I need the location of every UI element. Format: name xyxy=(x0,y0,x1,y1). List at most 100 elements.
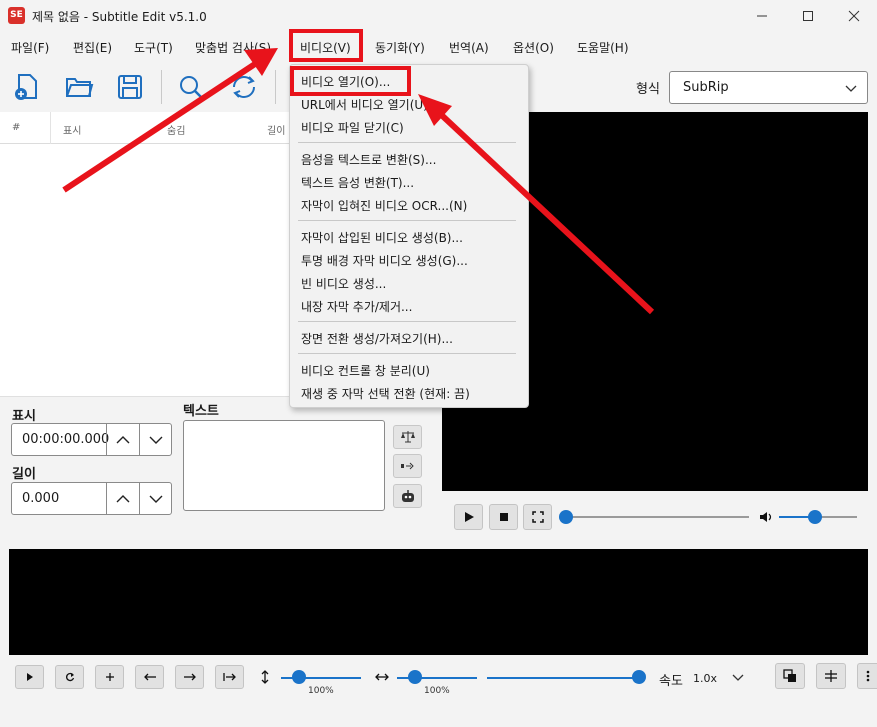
highlight-video-menu xyxy=(289,29,363,62)
save-button[interactable] xyxy=(115,72,145,102)
maximize-button[interactable] xyxy=(785,0,831,32)
split-icon xyxy=(400,462,414,470)
stop-button[interactable] xyxy=(489,504,518,530)
volume-slider-handle[interactable] xyxy=(808,510,822,524)
video-menu-dropdown: 비디오 열기(O)... URL에서 비디오 열기(U)... 비디오 파일 닫… xyxy=(289,64,529,408)
play-button[interactable] xyxy=(454,504,483,530)
menu-speech-to-text[interactable]: 음성을 텍스트로 변환(S)... xyxy=(301,151,436,168)
arrow-right-icon xyxy=(183,673,196,681)
waveform-forward-button[interactable] xyxy=(175,665,204,689)
fullscreen-icon xyxy=(531,511,544,523)
chevron-up-icon xyxy=(116,494,130,502)
open-file-button[interactable] xyxy=(64,72,94,102)
waveform-add-button[interactable] xyxy=(95,665,124,689)
vertical-zoom-icon xyxy=(261,670,269,684)
balance-button[interactable] xyxy=(393,425,422,449)
line-adjust-icon xyxy=(825,670,837,682)
duration-label: 길이 xyxy=(12,467,36,482)
maximize-icon xyxy=(803,11,813,21)
menu-options[interactable]: 옵션(O) xyxy=(513,39,554,56)
speed-value[interactable]: 1.0x xyxy=(693,672,717,685)
menu-translate[interactable]: 번역(A) xyxy=(449,39,489,56)
menu-burned-in-ocr[interactable]: 자막이 입혀진 비디오 OCR...(N) xyxy=(301,197,467,214)
vertical-zoom-handle[interactable] xyxy=(292,670,306,684)
column-hide[interactable]: 숨김 xyxy=(167,122,185,137)
duration-value: 0.000 xyxy=(22,491,60,506)
subtitle-text-input[interactable] xyxy=(183,420,385,511)
column-show[interactable]: 표시 xyxy=(63,122,81,137)
new-file-button[interactable] xyxy=(12,72,42,102)
new-file-icon xyxy=(15,74,37,100)
chevron-down-icon xyxy=(149,436,163,444)
duration-up-button[interactable] xyxy=(106,483,139,514)
plus-icon xyxy=(105,673,114,681)
assistant-button[interactable] xyxy=(393,484,422,508)
waveform-goto-end-button[interactable] xyxy=(215,665,244,689)
scale-icon xyxy=(400,431,415,443)
save-icon xyxy=(118,75,142,99)
menu-open-video-url[interactable]: URL에서 비디오 열기(U)... xyxy=(301,96,461,113)
seek-track[interactable] xyxy=(566,516,749,518)
duration-input[interactable]: 0.000 xyxy=(11,482,172,515)
robot-icon xyxy=(401,490,414,502)
duration-down-button[interactable] xyxy=(139,483,172,514)
menu-generate-burn-in[interactable]: 자막이 삽입된 비디오 생성(B)... xyxy=(301,229,463,246)
menu-separator xyxy=(298,321,516,322)
play-icon xyxy=(26,673,33,681)
fullscreen-button[interactable] xyxy=(523,504,552,530)
chevron-down-icon xyxy=(845,85,857,92)
refresh-icon xyxy=(233,76,255,98)
format-value: SubRip xyxy=(683,80,729,95)
center-line-button[interactable] xyxy=(816,663,846,689)
toolbar-separator xyxy=(161,70,162,104)
app-icon: SE xyxy=(8,7,25,24)
show-time-input[interactable]: 00:00:00.000 xyxy=(11,423,172,456)
menu-generate-blank[interactable]: 빈 비디오 생성... xyxy=(301,275,386,292)
waveform-play-button[interactable] xyxy=(15,665,44,689)
menu-edit[interactable]: 편집(E) xyxy=(73,39,112,56)
menu-undock-controls[interactable]: 비디오 컨트롤 창 분리(U) xyxy=(301,362,430,379)
copy-layer-button[interactable] xyxy=(775,663,805,689)
find-button[interactable] xyxy=(176,72,206,102)
menu-sync[interactable]: 동기화(Y) xyxy=(375,39,425,56)
menu-toggle-selection[interactable]: 재생 중 자막 선택 전환 (현재: 끔) xyxy=(301,385,470,402)
volume-icon[interactable] xyxy=(759,510,775,524)
menu-tools[interactable]: 도구(T) xyxy=(134,39,173,56)
menu-help[interactable]: 도움말(H) xyxy=(577,39,629,56)
minimize-button[interactable] xyxy=(739,0,785,32)
menu-separator xyxy=(298,220,516,221)
format-select[interactable]: SubRip xyxy=(669,71,868,104)
menu-shot-changes[interactable]: 장면 전환 생성/가져오기(H)... xyxy=(301,330,453,347)
more-button[interactable] xyxy=(857,663,877,689)
highlight-open-video xyxy=(290,66,411,96)
menu-close-video[interactable]: 비디오 파일 닫기(C) xyxy=(301,119,404,136)
menu-spellcheck[interactable]: 맞춤법 검사(S) xyxy=(195,39,283,56)
show-time-up-button[interactable] xyxy=(106,424,139,455)
show-time-value: 00:00:00.000 xyxy=(22,432,110,447)
column-duration[interactable]: 길이 xyxy=(267,122,285,137)
waveform-panel[interactable] xyxy=(9,549,868,655)
column-number[interactable]: # xyxy=(12,122,20,133)
position-track[interactable] xyxy=(487,677,639,679)
chevron-down-icon[interactable] xyxy=(732,673,744,683)
title-bar: SE 제목 없음 - Subtitle Edit v5.1.0 xyxy=(0,0,877,32)
play-icon xyxy=(464,512,474,522)
menu-text-to-speech[interactable]: 텍스트 음성 변환(T)... xyxy=(301,174,414,191)
menu-embedded-subtitles[interactable]: 내장 자막 추가/제거... xyxy=(301,298,412,315)
position-handle[interactable] xyxy=(632,670,646,684)
layers-icon xyxy=(783,669,796,682)
menu-generate-transparent[interactable]: 투명 배경 자막 비디오 생성(G)... xyxy=(301,252,468,269)
waveform-back-button[interactable] xyxy=(135,665,164,689)
toolbar-separator xyxy=(275,70,276,104)
replace-button[interactable] xyxy=(229,72,259,102)
menu-file[interactable]: 파일(F) xyxy=(11,39,49,56)
show-time-down-button[interactable] xyxy=(139,424,172,455)
horizontal-zoom-handle[interactable] xyxy=(408,670,422,684)
menu-separator xyxy=(298,353,516,354)
seek-slider-handle[interactable] xyxy=(559,510,573,524)
menu-separator xyxy=(298,142,516,143)
split-button[interactable] xyxy=(393,454,422,478)
waveform-repeat-button[interactable] xyxy=(55,665,84,689)
text-label: 텍스트 xyxy=(183,404,219,419)
close-button[interactable] xyxy=(831,0,877,32)
